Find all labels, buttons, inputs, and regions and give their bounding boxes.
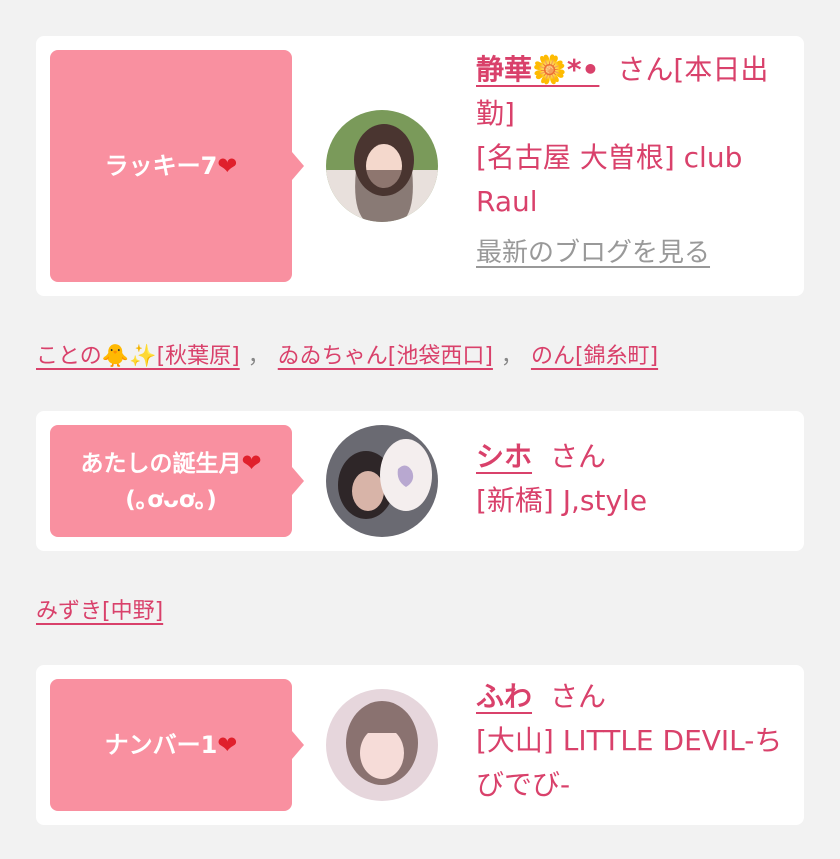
shop-info: [名古屋 大曽根] club Raul: [476, 141, 743, 218]
tag-label-line2: (｡ơᴗơ｡): [125, 486, 217, 513]
ranking-tag: ラッキー7 ❤: [50, 50, 304, 282]
other-cast-link[interactable]: のん[錦糸町]: [531, 344, 658, 369]
cast-name-link[interactable]: ふわ: [476, 680, 532, 713]
avatar[interactable]: [326, 689, 438, 801]
other-cast-link[interactable]: ことの🐥✨[秋葉原]: [36, 344, 240, 369]
cast-card: あたしの誕生月❤ (｡ơᴗơ｡) シホ さん [新橋] J,style: [36, 411, 804, 551]
other-casts-list: みずき[中野]: [36, 593, 163, 625]
cast-card: ナンバー1 ❤ ふわ さん [大山] LITTLE DEVIL-ちびでび-: [36, 665, 804, 825]
cast-name-link[interactable]: 静華🌼*•: [476, 53, 599, 86]
honorific: さん: [550, 680, 607, 713]
cast-info: 静華🌼*• さん[本日出勤] [名古屋 大曽根] club Raul 最新のブログ…: [476, 48, 784, 275]
heart-icon: ❤: [217, 731, 238, 759]
honorific: さん: [617, 53, 674, 86]
avatar[interactable]: [326, 110, 438, 222]
shop-info: [大山] LITTLE DEVIL-ちびでび-: [476, 724, 783, 801]
ranking-tag: あたしの誕生月❤ (｡ơᴗơ｡): [50, 425, 304, 537]
avatar[interactable]: [326, 425, 438, 537]
cast-info: ふわ さん [大山] LITTLE DEVIL-ちびでび-: [476, 675, 784, 807]
cast-name-link[interactable]: シホ: [476, 440, 532, 473]
cast-info: シホ さん [新橋] J,style: [476, 435, 784, 523]
cast-card: ラッキー7 ❤ 静華🌼*• さん[本日出勤] [名古屋 大曽根] club Raul…: [36, 36, 804, 296]
heart-icon: ❤: [241, 448, 262, 477]
shop-info: [新橋] J,style: [476, 484, 648, 517]
ranking-tag: ナンバー1 ❤: [50, 679, 304, 811]
tag-label: ナンバー1: [104, 731, 218, 759]
honorific: さん: [550, 440, 607, 473]
separator: ，: [500, 344, 523, 369]
tag-label: ラッキー7: [104, 152, 218, 180]
other-cast-link[interactable]: みずき[中野]: [36, 599, 163, 624]
separator: ，: [247, 344, 270, 369]
heart-icon: ❤: [217, 152, 238, 180]
other-casts-list: ことの🐥✨[秋葉原] ， ゐゐちゃん[池袋西口] ， のん[錦糸町]: [36, 338, 658, 370]
blog-link[interactable]: 最新のブログを見る: [476, 238, 710, 268]
other-cast-link[interactable]: ゐゐちゃん[池袋西口]: [278, 344, 493, 369]
tag-label: あたしの誕生月: [80, 450, 242, 477]
